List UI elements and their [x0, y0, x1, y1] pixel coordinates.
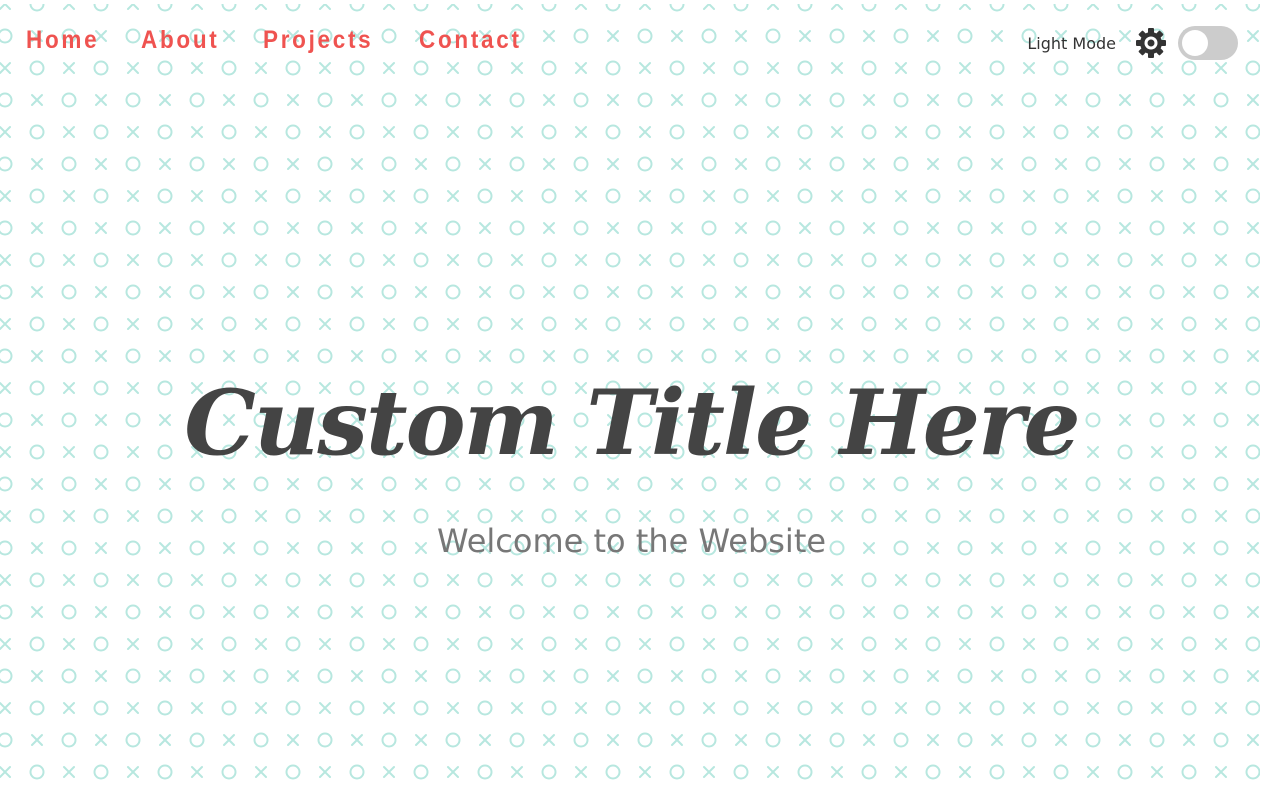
nav-link-home[interactable]: Home — [26, 24, 99, 56]
main-nav: Home About Projects Contact — [26, 24, 567, 56]
nav-link-projects[interactable]: Projects — [263, 24, 373, 56]
nav-link-contact[interactable]: Contact — [419, 24, 522, 56]
page: Home About Projects Contact Light Mode C… — [0, 0, 1263, 794]
theme-switcher: Light Mode — [1027, 24, 1238, 62]
hero-subtitle: Welcome to the Website — [436, 522, 827, 560]
toggle-knob — [1182, 30, 1208, 56]
mode-label: Light Mode — [1027, 33, 1116, 53]
theme-toggle[interactable] — [1178, 26, 1238, 60]
hero-title: Custom Title Here — [184, 370, 1080, 476]
nav-link-about[interactable]: About — [141, 24, 219, 56]
gear-icon — [1134, 26, 1168, 60]
